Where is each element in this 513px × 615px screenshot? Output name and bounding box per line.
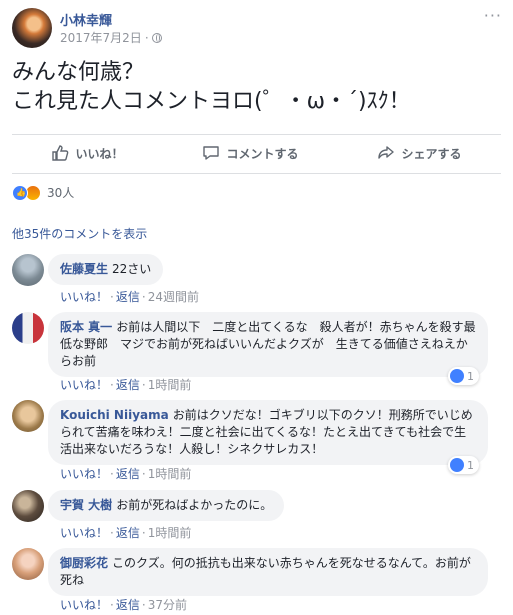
commenter-name[interactable]: 宇賀 大樹 [60,498,112,512]
comment-text: このクズ。何の抵抗も出来ない赤ちゃんを死なせるなんて。お前が死ね [60,556,471,587]
view-more-comments-link[interactable]: 他35件のコメントを表示 [12,225,147,242]
commenter-name[interactable]: Kouichi Niiyama [60,408,169,422]
comment-reply-link[interactable]: 返信 [116,598,140,612]
comment-time[interactable]: 37分前 [148,598,187,612]
meta-separator: · [144,30,149,45]
commenter-avatar[interactable] [12,312,44,344]
comment-like-link[interactable]: いいね！ [60,467,108,481]
comment-bubble: 宇賀 大樹 お前が死ねばよかったのに。 [48,490,285,521]
share-icon [378,146,395,159]
commenter-avatar[interactable] [12,548,44,580]
comment-reply-link[interactable]: 返信 [116,526,140,540]
comment-links: いいね！ · 返信 · 1時間前 [60,378,192,392]
comment-links: いいね！ · 返信 · 1時間前 [60,467,192,481]
like-count: 1 [467,369,474,383]
comment-label: コメントする [226,146,299,161]
post-text-line-1: みんな何歳？ [12,60,145,85]
post-actions: いいね！ コメントする シェアする [12,136,501,170]
comment-icon [203,146,220,160]
like-count: 1 [467,458,474,472]
comment-bubble: Kouichi Niiyama お前はクソだな！ゴキブリ以下のクソ！刑務所でいじめ… [48,400,488,465]
comment-text: お前は人間以下 二度と出てくるな 殺人者が！赤ちゃんを殺す最低な野郎 マジでお前… [60,320,476,368]
commenter-name[interactable]: 御厨彩花 [60,556,108,570]
divider [12,173,501,174]
reaction-count[interactable]: 30人 [47,184,74,201]
like-reaction-icon [450,458,464,472]
commenter-avatar[interactable] [12,490,44,522]
comment-reply-link[interactable]: 返信 [116,467,140,481]
commenter-name[interactable]: 佐藤夏生 [60,262,108,276]
author-avatar[interactable] [12,8,52,48]
like-button[interactable]: いいね！ [51,144,124,162]
commenter-name[interactable]: 阪本 真一 [60,320,112,334]
comment-bubble: 阪本 真一 お前は人間以下 二度と出てくるな 殺人者が！赤ちゃんを殺す最低な野郎 … [48,312,488,377]
thumbs-up-icon [52,145,69,161]
comment-time[interactable]: 24週間前 [148,290,199,304]
commenter-avatar[interactable] [12,254,44,286]
comment-time[interactable]: 1時間前 [148,467,192,481]
author-name[interactable]: 小林幸輝 [60,10,112,29]
comment-like-link[interactable]: いいね！ [60,290,108,304]
comment-like-count[interactable]: 1 [448,367,479,385]
comment-reply-link[interactable]: 返信 [116,290,140,304]
divider [12,134,501,135]
reactions-summary[interactable]: 30人 [12,184,74,201]
post-text-line-2: これ見た人コメントヨロ(゜・ω・´)ｽｸ！ [12,89,411,114]
like-label: いいね！ [75,146,124,161]
post-meta: 2017年7月2日 · [60,29,162,46]
post-text: みんな何歳？ これ見た人コメントヨロ(゜・ω・´)ｽｸ！ [12,58,411,116]
comment-links: いいね！ · 返信 · 37分前 [60,598,187,612]
comment-text: 22さい [112,262,152,276]
comment-like-link[interactable]: いいね！ [60,378,108,392]
comment-button[interactable]: コメントする [202,144,299,162]
share-button[interactable]: シェアする [377,144,462,162]
comment-like-link[interactable]: いいね！ [60,598,108,612]
post-header: 小林幸輝 2017年7月2日 · ··· [12,8,502,48]
comment-text: お前が死ねばよかったのに。 [116,498,273,512]
comment-links: いいね！ · 返信 · 1時間前 [60,526,192,540]
comment-like-count[interactable]: 1 [448,456,479,474]
commenter-avatar[interactable] [12,400,44,432]
comment-bubble: 佐藤夏生 22さい [48,254,164,285]
comment-reply-link[interactable]: 返信 [116,378,140,392]
globe-icon[interactable] [151,32,162,43]
post-date[interactable]: 2017年7月2日 [60,29,142,46]
like-reaction-icon [450,369,464,383]
comment-links: いいね！ · 返信 · 24週間前 [60,290,199,304]
like-reaction-icon [12,184,28,201]
comment-time[interactable]: 1時間前 [148,526,192,540]
comment-like-link[interactable]: いいね！ [60,526,108,540]
share-label: シェアする [401,146,462,161]
comment-bubble: 御厨彩花 このクズ。何の抵抗も出来ない赤ちゃんを死なせるなんて。お前が死ね [48,548,488,596]
more-dots-icon[interactable]: ··· [484,8,502,24]
comment-time[interactable]: 1時間前 [148,378,192,392]
